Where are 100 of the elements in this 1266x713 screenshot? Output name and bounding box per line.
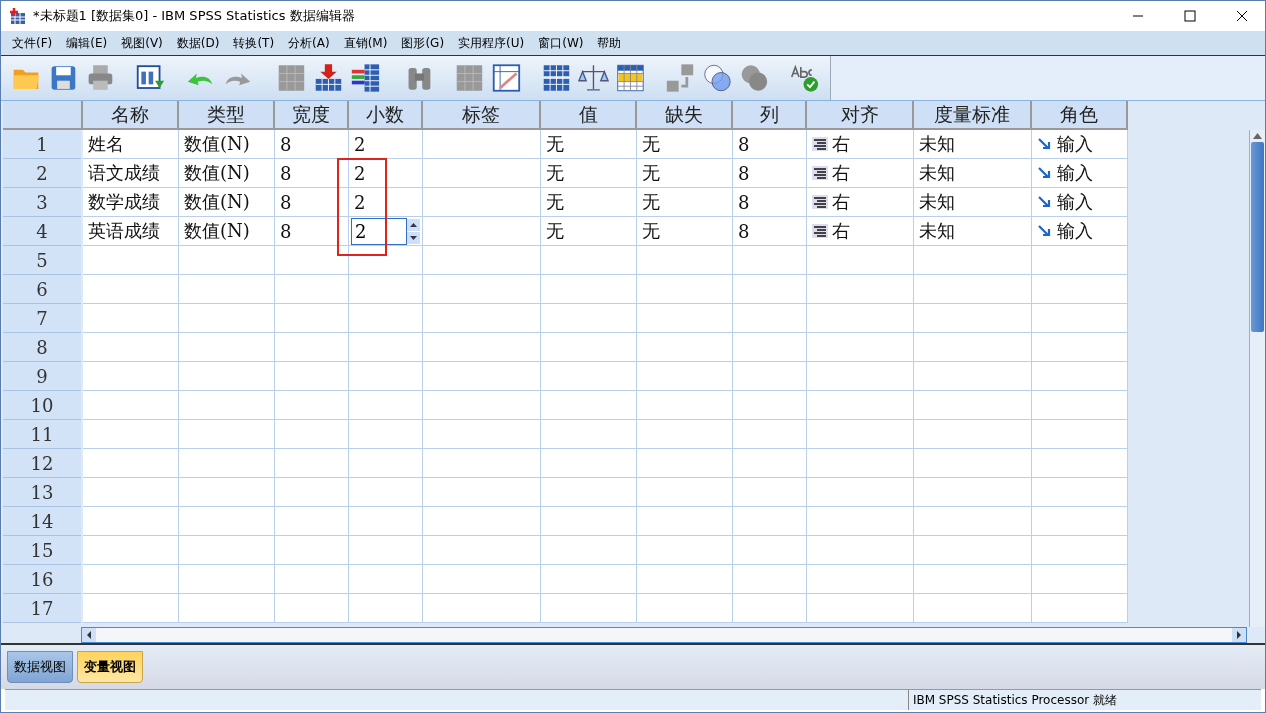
table-cell: 无 [541,159,637,188]
row-number[interactable]: 17 [3,594,81,623]
row-number[interactable]: 15 [3,536,81,565]
window-title: *未标题1 [数据集0] - IBM SPSS Statistics 数据编辑器 [33,7,356,25]
scroll-left-icon[interactable] [82,628,96,642]
table-cell: 2 [349,159,423,188]
table-cell: 无 [637,130,733,159]
view-tab[interactable]: 数据视图 [7,651,73,683]
table-cell: 8 [275,217,349,246]
table-cell: 数值(N) [179,130,275,159]
column-header[interactable]: 列 [733,101,807,130]
horizontal-scrollbar[interactable] [81,627,1247,643]
row-number[interactable]: 9 [3,362,81,391]
row-number[interactable]: 14 [3,507,81,536]
cell-text: 右 [832,132,850,156]
table-cell: 数值(N) [179,159,275,188]
cell-text: 输入 [1057,132,1093,156]
table-cell: 8 [275,130,349,159]
table-cell: 无 [541,188,637,217]
cell-text: 右 [832,161,850,185]
table-cell: 数学成绩 [83,188,179,217]
decimals-input[interactable]: 2 [351,217,407,245]
row-number[interactable]: 8 [3,333,81,362]
variable-list-icon[interactable] [349,61,381,95]
decimals-editor[interactable]: 2 [349,217,423,246]
menu-item[interactable]: 数据(D) [169,34,227,52]
table-ruler-icon[interactable] [490,61,522,95]
status-text: IBM SPSS Statistics Processor 就绪 [907,690,1121,710]
row-number[interactable]: 6 [3,275,81,304]
row-number[interactable]: 13 [3,478,81,507]
table-cell: 未知 [914,217,1032,246]
table-cell: 8 [275,188,349,217]
cell-text: 输入 [1057,190,1093,214]
column-header[interactable]: 类型 [179,101,275,130]
cell-text: 输入 [1057,161,1093,185]
table-cell: 8 [733,217,807,246]
column-header[interactable]: 度量标准 [914,101,1032,130]
column-header[interactable]: 名称 [83,101,179,130]
column-header[interactable]: 角色 [1032,101,1128,130]
table-cell: 无 [541,130,637,159]
row-number[interactable]: 2 [3,159,81,188]
table-cell: 数值(N) [179,217,275,246]
close-icon [1236,10,1248,22]
table-cell: 无 [541,217,637,246]
row-number[interactable]: 5 [3,246,81,275]
table-cell: 无 [637,217,733,246]
menu-item[interactable]: 文件(F) [5,34,60,52]
row-number[interactable]: 10 [3,391,81,420]
column-header[interactable]: 标签 [423,101,541,130]
arrow-icon [1037,165,1053,181]
align-right-icon [812,137,828,151]
arrow-icon [1037,136,1053,152]
menu-item[interactable]: 分析(A) [281,34,337,52]
table-cell: 8 [733,159,807,188]
menu-item[interactable]: 转换(T) [226,34,282,52]
column-header[interactable]: 值 [541,101,637,130]
arrow-icon [1037,223,1053,239]
table-cell: 未知 [914,188,1032,217]
table-cell: 无 [637,159,733,188]
table-cell: 无 [637,188,733,217]
maximize-icon [1184,10,1196,22]
table-cell: 2 [349,130,423,159]
align-right-icon [812,224,828,238]
scroll-thumb[interactable] [1251,142,1264,332]
row-number[interactable]: 12 [3,449,81,478]
table-cell: 2 [349,188,423,217]
menu-item[interactable]: 实用程序(U) [451,34,532,52]
align-right-icon [812,195,828,209]
row-number[interactable]: 1 [3,130,81,159]
cell-text: 输入 [1057,219,1093,243]
value-label-icon[interactable] [665,61,696,95]
vertical-scrollbar[interactable] [1249,130,1265,627]
menu-item[interactable]: 帮助 [590,34,629,52]
menu-item[interactable]: 图形(G) [394,34,452,52]
column-header[interactable]: 宽度 [275,101,349,130]
menu-item[interactable]: 窗口(W) [531,34,591,52]
row-number[interactable]: 4 [3,217,81,246]
menu-item[interactable]: 直销(M) [336,34,395,52]
table-cell: 8 [733,130,807,159]
row-number[interactable]: 16 [3,565,81,594]
menu-item[interactable]: 视图(V) [114,34,170,52]
table-cell: 未知 [914,159,1032,188]
row-number[interactable]: 3 [3,188,81,217]
table-cell: 姓名 [83,130,179,159]
table-cell: 数值(N) [179,188,275,217]
table-cell: 8 [733,188,807,217]
row-number[interactable]: 7 [3,304,81,333]
scroll-right-icon[interactable] [1232,628,1246,642]
menu-item[interactable]: 编辑(E) [59,34,115,52]
table-cell: 语文成绩 [83,159,179,188]
column-header[interactable]: 缺失 [637,101,733,130]
table-cell: 英语成绩 [83,217,179,246]
column-header[interactable]: 对齐 [807,101,914,130]
table-cell: 未知 [914,130,1032,159]
column-header[interactable]: 小数 [349,101,423,130]
app-icon [9,7,27,25]
row-number[interactable]: 11 [3,420,81,449]
spin-buttons[interactable] [407,218,420,244]
view-tab[interactable]: 变量视图 [77,651,143,683]
arrow-icon [1037,194,1053,210]
